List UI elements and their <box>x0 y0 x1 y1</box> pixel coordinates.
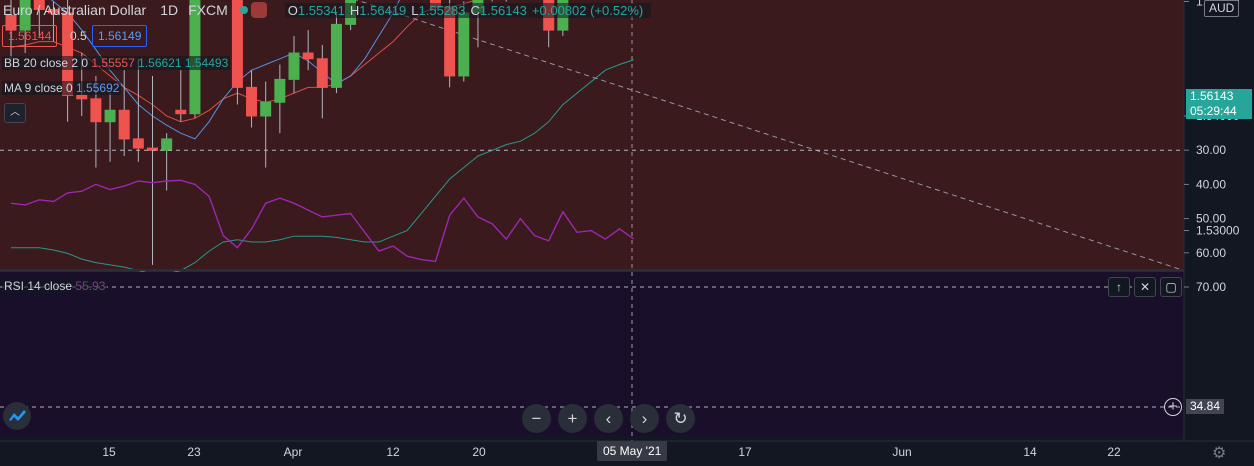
candle-body <box>76 94 88 100</box>
bb-basis-value: 1.55557 <box>91 56 135 70</box>
time-tick-label: 17 <box>738 445 752 459</box>
bb-upper-value: 1.56621 <box>138 56 182 70</box>
bb-label: BB 20 close 2 0 <box>4 56 89 70</box>
time-tick-label: 20 <box>472 445 486 459</box>
alert-icon[interactable] <box>250 2 267 18</box>
chevron-up-icon: ︿ <box>10 107 20 118</box>
candle-body <box>175 109 187 115</box>
candle-body <box>302 52 314 60</box>
time-tick-label: Jun <box>892 445 911 459</box>
candle-body <box>316 58 328 88</box>
rsi-cursor-tag: 34.84 <box>1186 399 1225 414</box>
currency-label[interactable]: AUD <box>1204 0 1240 17</box>
time-tick-label: 14 <box>1023 445 1037 459</box>
bb-lower-value: 1.54493 <box>184 56 229 70</box>
move-pane-up-icon[interactable]: ↑ <box>1108 277 1130 297</box>
spread-value: 0.5 <box>70 29 87 43</box>
zoom-out-button[interactable]: − <box>522 404 551 433</box>
market-open-icon <box>239 6 248 14</box>
current-price-tag: 1.56143 05:29:44 <box>1186 89 1252 119</box>
zoom-in-button[interactable]: + <box>558 404 587 433</box>
chart-header: Euro / Australian Dollar 1D FXCM O1.5534… <box>0 0 652 20</box>
add-level-icon[interactable]: + <box>1164 398 1182 416</box>
red-zone <box>0 0 1184 271</box>
candle-body <box>90 98 102 123</box>
ma-legend[interactable]: MA 9 close 0 1.55692 <box>2 81 122 95</box>
ohlc-value: 1.55341 <box>297 2 345 18</box>
candle-body <box>274 78 286 103</box>
ma-label: MA 9 close 0 <box>4 81 73 95</box>
range-zones <box>0 0 1184 272</box>
candle-body <box>260 101 272 117</box>
candle-body <box>104 109 116 123</box>
bar-countdown: 05:29:44 <box>1190 104 1237 118</box>
candle-body <box>132 138 144 149</box>
reset-chart-button[interactable]: ↻ <box>666 404 695 433</box>
ohlc-value: 1.56419 <box>359 2 407 18</box>
ohlc-value: 1.55283 <box>418 2 466 18</box>
ohlc-key: C <box>470 2 480 18</box>
rsi-value: 55.93 <box>75 279 106 293</box>
rsi-tick-label: 70.00 <box>1196 280 1226 294</box>
ohlc-key: L <box>411 2 419 18</box>
candle-body <box>161 138 173 151</box>
time-tick-label: 23 <box>187 445 201 459</box>
time-tick-label: 22 <box>1107 445 1121 459</box>
bb-legend[interactable]: BB 20 close 2 0 1.55557 1.56621 1.54493 <box>2 56 231 70</box>
candle-body <box>458 12 470 77</box>
ma-value: 1.55692 <box>76 81 120 95</box>
pane-controls: ↑ ✕ ▢ <box>1108 277 1182 297</box>
settings-gear-icon[interactable]: ⚙ <box>1212 443 1226 463</box>
rsi-label: RSI 14 close <box>4 279 73 293</box>
symbol-name[interactable]: Euro / Australian Dollar <box>3 2 146 18</box>
ohlc-key: H <box>349 2 360 18</box>
candle-body <box>118 109 130 140</box>
rsi-tick-label: 40.00 <box>1196 177 1226 191</box>
rsi-tick-label: 60.00 <box>1196 246 1226 260</box>
navigation-controls: − + ‹ › ↻ <box>522 404 695 433</box>
candle-body <box>288 52 300 80</box>
ohlc-readout: O1.55341 H1.56419 L1.55283 C1.56143 +0.00802… <box>284 2 652 18</box>
crosshair-date-label: 05 May '21 <box>597 441 668 461</box>
buy-price-button[interactable]: 1.56149 <box>92 25 148 47</box>
tradingview-logo-icon[interactable] <box>3 402 31 430</box>
candle <box>330 12 342 94</box>
exchange-label: FXCM <box>188 2 228 18</box>
maximize-pane-icon[interactable]: ▢ <box>1160 277 1182 297</box>
market-status[interactable] <box>239 2 267 18</box>
close-pane-icon[interactable]: ✕ <box>1134 277 1156 297</box>
candle-body <box>246 86 258 117</box>
collapse-legend-button[interactable]: ︿ <box>4 103 26 123</box>
ohlc-value: 1.56143 <box>479 2 527 18</box>
rsi-tick-label: 30.00 <box>1196 143 1226 157</box>
interval-label[interactable]: 1D <box>160 2 178 18</box>
rsi-legend[interactable]: RSI 14 close 55.93 <box>2 279 108 293</box>
time-tick-label: Apr <box>284 445 303 459</box>
rsi-tick-label: 50.00 <box>1196 212 1226 226</box>
time-tick-label: 15 <box>102 445 116 459</box>
ohlc-key: O <box>287 2 298 18</box>
current-price: 1.56143 <box>1190 89 1234 103</box>
scroll-left-button[interactable]: ‹ <box>594 404 623 433</box>
ohlc-value: +0.00802 (+0.52%) <box>531 2 644 18</box>
sell-price-button[interactable]: 1.56144 <box>2 25 58 47</box>
candle-body <box>330 23 342 88</box>
time-tick-label: 12 <box>386 445 400 459</box>
scroll-right-button[interactable]: › <box>630 404 659 433</box>
